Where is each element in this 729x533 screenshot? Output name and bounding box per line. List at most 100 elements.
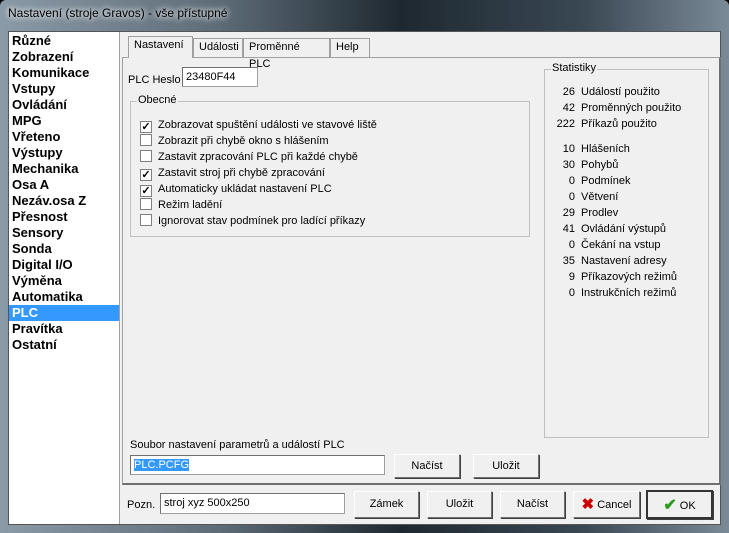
ok-check-icon: ✔ xyxy=(663,497,677,514)
category-item[interactable]: Komunikace xyxy=(9,65,119,81)
option-label: Zobrazovat spuštění události ve stavové … xyxy=(158,119,377,131)
stat-value: 10 xyxy=(562,143,575,155)
category-item[interactable]: Automatika xyxy=(9,289,119,305)
statistics-legend: Statistiky xyxy=(551,62,598,74)
option-checkbox[interactable]: ✓ Zastavit stroj při chybě zpracování xyxy=(140,165,325,181)
category-item[interactable]: Výměna xyxy=(9,273,119,289)
stat-label: Prodlev xyxy=(581,207,619,219)
category-item[interactable]: Ostatní xyxy=(9,337,119,353)
stat-value: 41 xyxy=(562,223,575,235)
option-checkbox[interactable]: Režim ladění xyxy=(140,197,222,213)
file-save-button[interactable]: Uložit xyxy=(473,454,539,478)
tab-0[interactable]: Nastavení xyxy=(128,36,193,58)
stat-label: Podmínek xyxy=(581,175,631,187)
option-label: Režim ladění xyxy=(158,199,223,211)
category-item[interactable]: Sensory xyxy=(9,225,119,241)
stat-value: 42 xyxy=(562,102,575,114)
stat-label: Pohybů xyxy=(581,159,619,171)
stat-row: 42 Proměnných použito xyxy=(545,100,695,116)
option-checkbox[interactable]: ✓ Automaticky ukládat nastavení PLC xyxy=(140,181,332,197)
stat-label: Příkazů použito xyxy=(581,118,657,130)
stat-row: 29 Prodlev xyxy=(545,205,695,221)
checkbox-box[interactable]: ✓ xyxy=(140,185,152,197)
stat-value: 35 xyxy=(562,255,575,267)
category-item[interactable]: Zobrazení xyxy=(9,49,119,65)
option-label: Zobrazit při chybě okno s hlášením xyxy=(158,135,329,147)
stat-label: Událostí použito xyxy=(581,86,660,98)
stat-value: 0 xyxy=(568,175,575,187)
cancel-button[interactable]: ✖ Cancel xyxy=(573,491,640,518)
client-area: Různé Zobrazení Komunikace Vstupy Ovládání MP… xyxy=(8,31,721,525)
plc-password-label: PLC Heslo xyxy=(128,74,181,86)
stat-row: 0 Větvení xyxy=(545,189,695,205)
window-title: Nastavení (stroje Gravos) - vše přístupn… xyxy=(8,6,228,20)
checkbox-box[interactable] xyxy=(140,134,152,146)
ok-label: OK xyxy=(679,500,696,512)
option-checkbox[interactable]: ✓ Zobrazovat spuštění události ve stavové… xyxy=(140,117,377,133)
category-item[interactable]: Vřeteno xyxy=(9,129,119,145)
stat-value: 0 xyxy=(568,239,575,251)
category-item[interactable]: Výstupy xyxy=(9,145,119,161)
category-item[interactable]: PLC xyxy=(9,305,119,321)
stat-value: 29 xyxy=(562,207,575,219)
file-load-button[interactable]: Načíst xyxy=(394,454,460,478)
stat-value: 9 xyxy=(568,271,575,283)
category-item[interactable]: Pravítka xyxy=(9,321,119,337)
file-label: Soubor nastavení parametrů a událostí PL… xyxy=(130,439,345,451)
category-item[interactable]: Osa A xyxy=(9,177,119,193)
stat-label: Větvení xyxy=(581,191,619,203)
category-list[interactable]: Různé Zobrazení Komunikace Vstupy Ovládání MP… xyxy=(9,32,120,524)
lock-button[interactable]: Zámek xyxy=(354,491,419,518)
stat-label: Hlášeních xyxy=(581,143,630,155)
statistics-group: Statistiky 26 Událostí použito 42 Proměnnýc… xyxy=(544,62,709,438)
stat-label: Čekání na vstup xyxy=(581,239,661,251)
category-item[interactable]: Digital I/O xyxy=(9,257,119,273)
stat-label: Instrukčních režimů xyxy=(581,287,677,299)
checkbox-box[interactable]: ✓ xyxy=(140,121,152,133)
general-group: Obecné ✓ Zobrazovat spuštění události ve … xyxy=(130,94,530,237)
option-checkbox[interactable]: Zastavit zpracování PLC při každé chybě xyxy=(140,149,358,165)
category-item[interactable]: Přesnost xyxy=(9,209,119,225)
option-label: Automaticky ukládat nastavení PLC xyxy=(158,183,332,195)
stat-value: 30 xyxy=(562,159,575,171)
file-input-value: PLC.PCFG xyxy=(134,459,190,471)
option-checkbox[interactable]: Ignorovat stav podmínek pro ladící příka… xyxy=(140,213,365,229)
category-item[interactable]: Různé xyxy=(9,33,119,49)
tab-panel-nastaveni: PLC Heslo 23480F44 Obecné ✓ Zobrazovat sp… xyxy=(122,57,721,485)
category-item[interactable]: Sonda xyxy=(9,241,119,257)
checkbox-box[interactable] xyxy=(140,150,152,162)
plc-password-input[interactable]: 23480F44 xyxy=(182,67,258,87)
checkbox-box[interactable]: ✓ xyxy=(140,169,152,181)
save-button[interactable]: Uložit xyxy=(427,491,492,518)
tab-1[interactable]: Události xyxy=(193,38,243,57)
note-label: Pozn. xyxy=(127,499,156,511)
cancel-label: Cancel xyxy=(597,499,632,511)
note-input[interactable]: stroj xyz 500x250 xyxy=(160,493,345,514)
category-item[interactable]: Vstupy xyxy=(9,81,119,97)
stat-row: 9 Příkazových režimů xyxy=(545,269,695,285)
option-checkbox[interactable]: Zobrazit při chybě okno s hlášením xyxy=(140,133,329,149)
checkbox-box[interactable] xyxy=(140,198,152,210)
ok-button[interactable]: ✔ OK xyxy=(646,490,713,519)
stat-label: Ovládání výstupů xyxy=(581,223,666,235)
tab-3[interactable]: Help xyxy=(330,38,370,57)
category-item[interactable]: Nezáv.osa Z xyxy=(9,193,119,209)
cancel-x-icon: ✖ xyxy=(581,496,595,513)
option-label: Zastavit zpracování PLC při každé chybě xyxy=(158,151,358,163)
category-item[interactable]: MPG xyxy=(9,113,119,129)
category-item[interactable]: Ovládání xyxy=(9,97,119,113)
stat-row: 35 Nastavení adresy xyxy=(545,253,695,269)
stat-value: 0 xyxy=(568,191,575,203)
stat-row: 0 Podmínek xyxy=(545,173,695,189)
checkbox-box[interactable] xyxy=(140,214,152,226)
load-button[interactable]: Načíst xyxy=(500,491,565,518)
file-input[interactable]: PLC.PCFG xyxy=(130,455,385,475)
general-legend: Obecné xyxy=(137,94,178,106)
stat-row: 0 Instrukčních režimů xyxy=(545,285,695,301)
stat-row: 10 Hlášeních xyxy=(545,141,695,157)
tab-2[interactable]: Proměnné PLC xyxy=(243,38,330,70)
stat-label: Příkazových režimů xyxy=(581,271,677,283)
stat-value: 26 xyxy=(562,86,575,98)
option-label: Zastavit stroj při chybě zpracování xyxy=(158,167,325,179)
category-item[interactable]: Mechanika xyxy=(9,161,119,177)
